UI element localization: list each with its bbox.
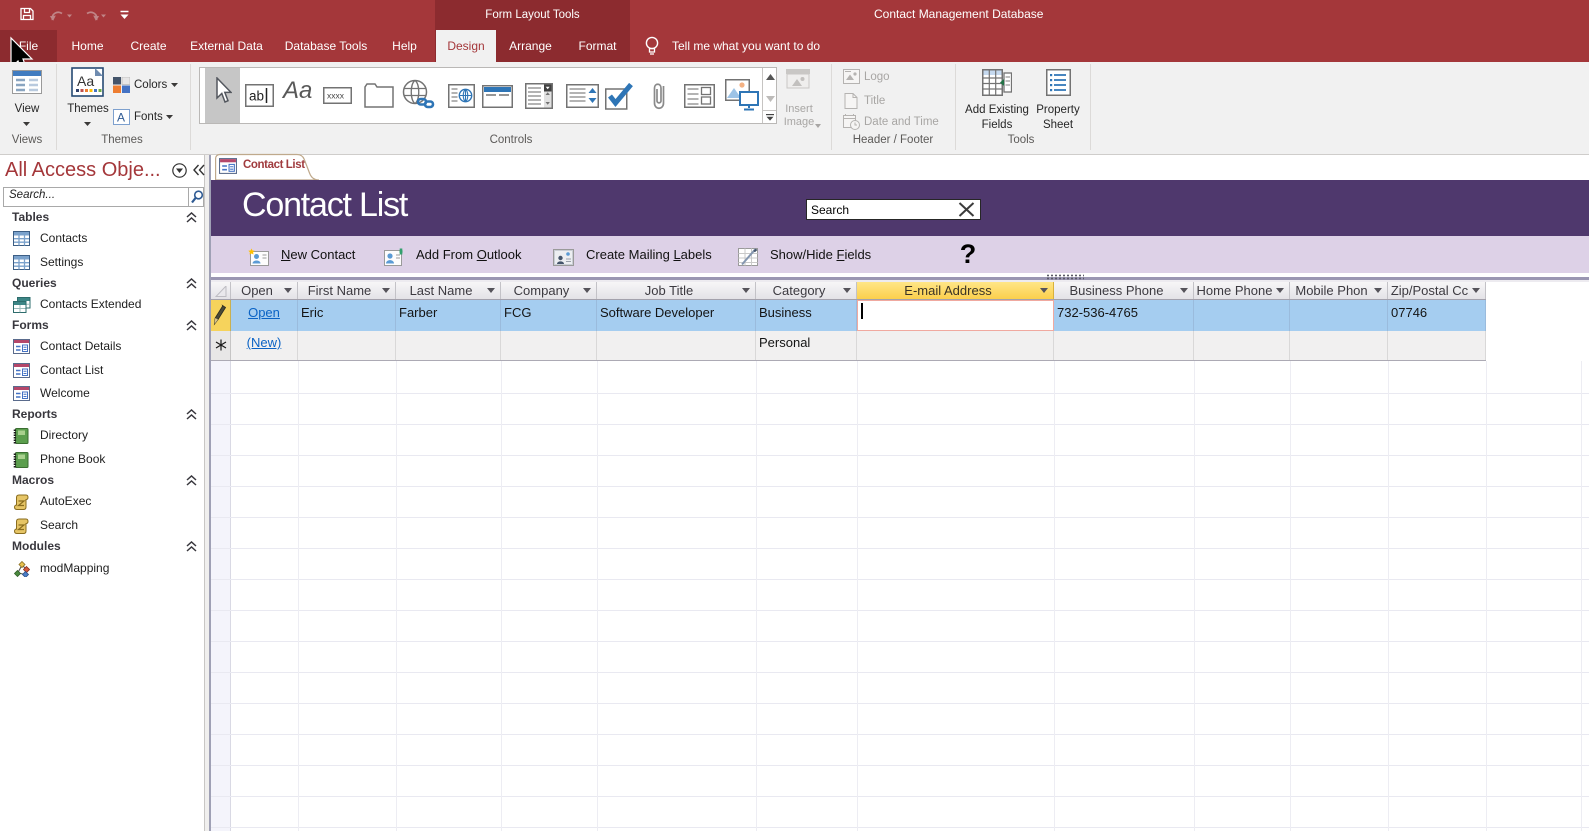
svg-text:Aa: Aa	[77, 73, 94, 89]
svg-text:xxxx: xxxx	[327, 91, 345, 101]
svg-text:ab: ab	[249, 89, 264, 104]
svg-text:A: A	[117, 111, 125, 125]
